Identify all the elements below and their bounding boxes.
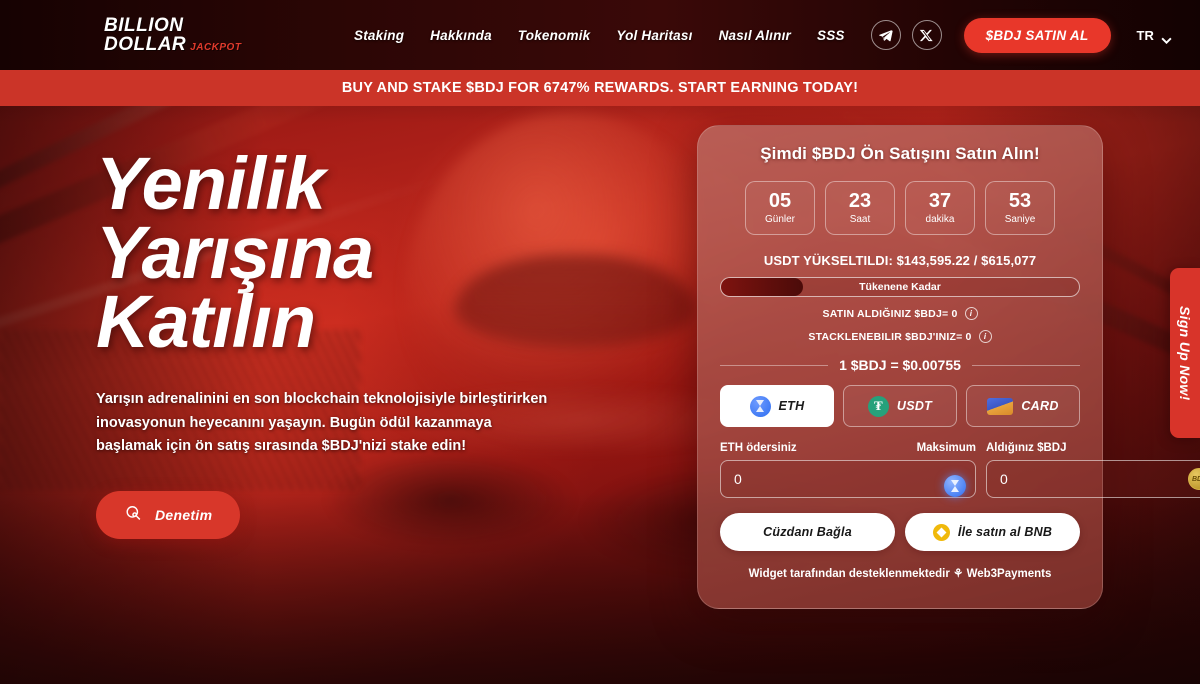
token-price-text: 1 $BDJ = $0.00755 [839, 357, 961, 373]
divider-left [720, 364, 829, 366]
info-icon[interactable]: i [978, 330, 992, 343]
countdown-hours-label: Saat [849, 214, 871, 225]
hero-heading-line-1: Yenilik [96, 142, 326, 225]
info-icon[interactable]: i [964, 307, 978, 320]
countdown-days-label: Günler [764, 214, 795, 225]
social-links [870, 20, 942, 50]
sign-up-now-label: Sign Up Now! [1177, 305, 1193, 401]
presale-progress-bar: Tükenene Kadar [720, 277, 1080, 297]
powered-by-brand: Web3Payments [966, 568, 1052, 580]
nav-item-sss[interactable]: SSS [817, 28, 845, 43]
audit-button-label: Denetim [155, 506, 213, 523]
tab-eth-label: ETH [778, 399, 805, 413]
countdown-hours: 23 Saat [825, 181, 895, 235]
receive-field-group: Aldığınız $BDJ BDJ [986, 441, 1200, 498]
receive-amount-input[interactable] [987, 471, 1200, 487]
countdown-days-value: 05 [768, 190, 792, 212]
pay-input-wrapper[interactable] [720, 460, 976, 498]
countdown-seconds-value: 53 [1008, 190, 1032, 212]
promo-banner[interactable]: BUY AND STAKE $BDJ FOR 6747% REWARDS. ST… [0, 70, 1200, 106]
usdt-coin-icon: ₮ [867, 395, 889, 417]
widget-action-buttons: Cüzdanı Bağla İle satın al BNB [720, 513, 1080, 551]
nav-item-tokenomik[interactable]: Tokenomik [518, 28, 591, 43]
amount-fields: ETH ödersiniz Maksimum Aldığınız $BDJ BD… [720, 441, 1200, 498]
pay-amount-input[interactable] [721, 471, 953, 487]
eth-coin-icon [944, 475, 966, 497]
nav-item-staking[interactable]: Staking [354, 28, 404, 43]
powered-by-text: Widget tarafından desteklenmektedir ⚘ We… [720, 566, 1080, 580]
connect-wallet-label: Cüzdanı Bağla [763, 525, 852, 539]
tab-card[interactable]: CARD [966, 385, 1080, 427]
bnb-coin-icon [932, 523, 950, 541]
hero-section: Yenilik Yarışına Katılın Yarışın adrenal… [96, 142, 616, 539]
chevron-down-icon [1161, 32, 1172, 44]
eth-coin-icon [749, 395, 771, 417]
site-header: BILLION DOLLAR JACKPOT Staking Hakkında … [0, 0, 1200, 70]
promo-banner-text: BUY AND STAKE $BDJ FOR 6747% REWARDS. ST… [341, 80, 859, 96]
purchased-balance-label: SATIN ALDIĞINIZ $BDJ= 0 [822, 307, 958, 320]
countdown-minutes-label: dakika [925, 214, 955, 225]
countdown-timer: 05 Günler 23 Saat 37 dakika 53 Saniye [720, 181, 1080, 235]
pay-field-group: ETH ödersiniz Maksimum [720, 441, 976, 498]
stakeable-balance-row: STACKLENEBILIR $BDJ'INIZ= 0 i [720, 330, 1080, 343]
hero-heading-line-2: Yarışına [96, 210, 374, 294]
countdown-hours-value: 23 [848, 190, 872, 212]
receive-field-label: Aldığınız $BDJ [986, 442, 1067, 454]
sign-up-now-tab[interactable]: Sign Up Now! [1170, 268, 1200, 438]
max-button[interactable]: Maksimum [917, 442, 976, 454]
x-twitter-icon[interactable] [911, 20, 942, 50]
pay-field-label: ETH ödersiniz [720, 442, 797, 454]
funds-raised-text: USDT YÜKSELTILDI: $143,595.22 / $615,077 [763, 253, 1037, 268]
purchased-balance-row: SATIN ALDIĞINIZ $BDJ= 0 i [720, 307, 1080, 320]
nav-item-yol-haritasi[interactable]: Yol Haritası [616, 28, 692, 43]
countdown-seconds: 53 Saniye [985, 181, 1055, 235]
powered-by-symbol: ⚘ [953, 568, 964, 580]
logo-line-one: BILLION [104, 15, 184, 36]
main-navigation: Staking Hakkında Tokenomik Yol Haritası … [354, 28, 845, 43]
nav-item-hakkinda[interactable]: Hakkında [430, 28, 492, 43]
divider-right [971, 364, 1081, 366]
logo-jackpot-badge: JACKPOT [190, 42, 242, 53]
token-price-row: 1 $BDJ = $0.00755 [720, 357, 1081, 373]
logo-line-two: DOLLAR [104, 34, 187, 55]
powered-by-prefix: Widget tarafından desteklenmektedir [748, 568, 950, 580]
site-logo[interactable]: BILLION DOLLAR JACKPOT [104, 16, 254, 54]
page-stage: BILLION DOLLAR JACKPOT Staking Hakkında … [0, 0, 1200, 684]
widget-title: Şimdi $BDJ Ön Satışını Satın Alın! [760, 144, 1040, 163]
page-title: Yenilik Yarışına Katılın [96, 142, 616, 363]
payment-method-tabs: ETH ₮ USDT CARD [720, 385, 1080, 427]
countdown-minutes: 37 dakika [905, 181, 975, 235]
stakeable-balance-label: STACKLENEBILIR $BDJ'INIZ= 0 [808, 330, 972, 343]
language-label: TR [1136, 27, 1154, 43]
receive-input-wrapper[interactable]: BDJ [986, 460, 1200, 498]
tab-usdt-label: USDT [896, 399, 933, 413]
nav-item-nasil-alinir[interactable]: Nasıl Alınır [719, 28, 791, 43]
presale-widget: Şimdi $BDJ Ön Satışını Satın Alın! 05 Gü… [697, 125, 1200, 609]
connect-wallet-button[interactable]: Cüzdanı Bağla [720, 513, 895, 551]
countdown-minutes-value: 37 [928, 190, 952, 212]
tab-usdt[interactable]: ₮ USDT [843, 385, 957, 427]
audit-search-icon [124, 504, 143, 526]
tab-card-label: CARD [1021, 399, 1059, 413]
buy-bdj-button[interactable]: $BDJ SATIN AL [963, 17, 1111, 53]
language-selector[interactable]: TR [1136, 27, 1172, 44]
buy-with-bnb-label: İle satın al BNB [957, 525, 1053, 539]
countdown-seconds-label: Saniye [1004, 214, 1036, 225]
telegram-icon[interactable] [870, 20, 901, 50]
hero-paragraph: Yarışın adrenalinini en son blockchain t… [96, 391, 548, 455]
tab-eth[interactable]: ETH [720, 385, 834, 427]
countdown-days: 05 Günler [745, 181, 815, 235]
buy-with-bnb-button[interactable]: İle satın al BNB [905, 513, 1080, 551]
credit-card-icon [987, 397, 1014, 415]
audit-button[interactable]: Denetim [96, 490, 241, 539]
progress-bar-label: Tükenene Kadar [859, 281, 941, 293]
hero-heading-line-3: Katılın [96, 279, 316, 363]
